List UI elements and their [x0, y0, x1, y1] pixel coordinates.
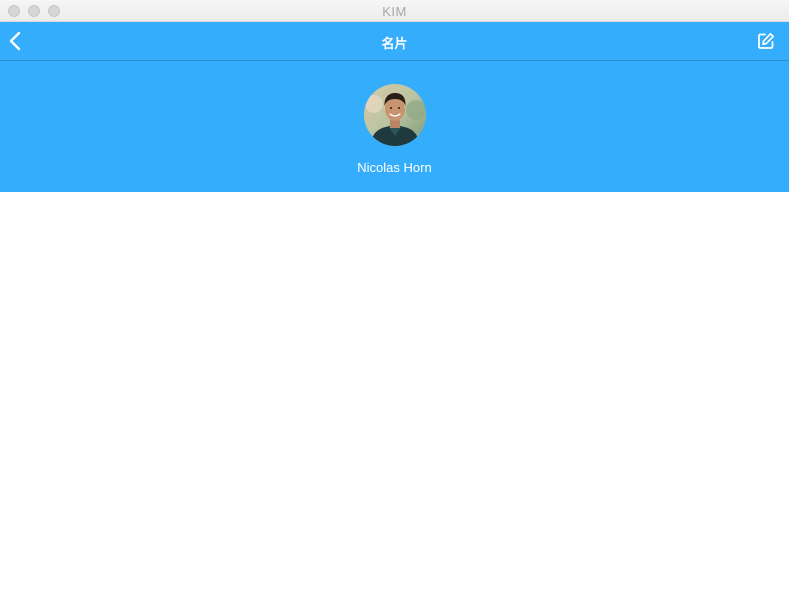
avatar[interactable]: [364, 84, 426, 146]
edit-icon: [758, 32, 775, 49]
profile-name: Nicolas Horn: [357, 160, 432, 175]
nav-bar: 名片: [0, 22, 789, 61]
window-title: KIM: [382, 4, 407, 19]
edit-button[interactable]: [757, 32, 775, 50]
profile-header: Nicolas Horn: [0, 61, 789, 192]
page-title: 名片: [381, 36, 408, 51]
app-window: KIM 名片 Nicolas Horn: [0, 0, 789, 613]
user-avatar-photo: [364, 84, 426, 146]
window-titlebar: KIM: [0, 0, 789, 22]
card-content-area: [0, 192, 789, 613]
